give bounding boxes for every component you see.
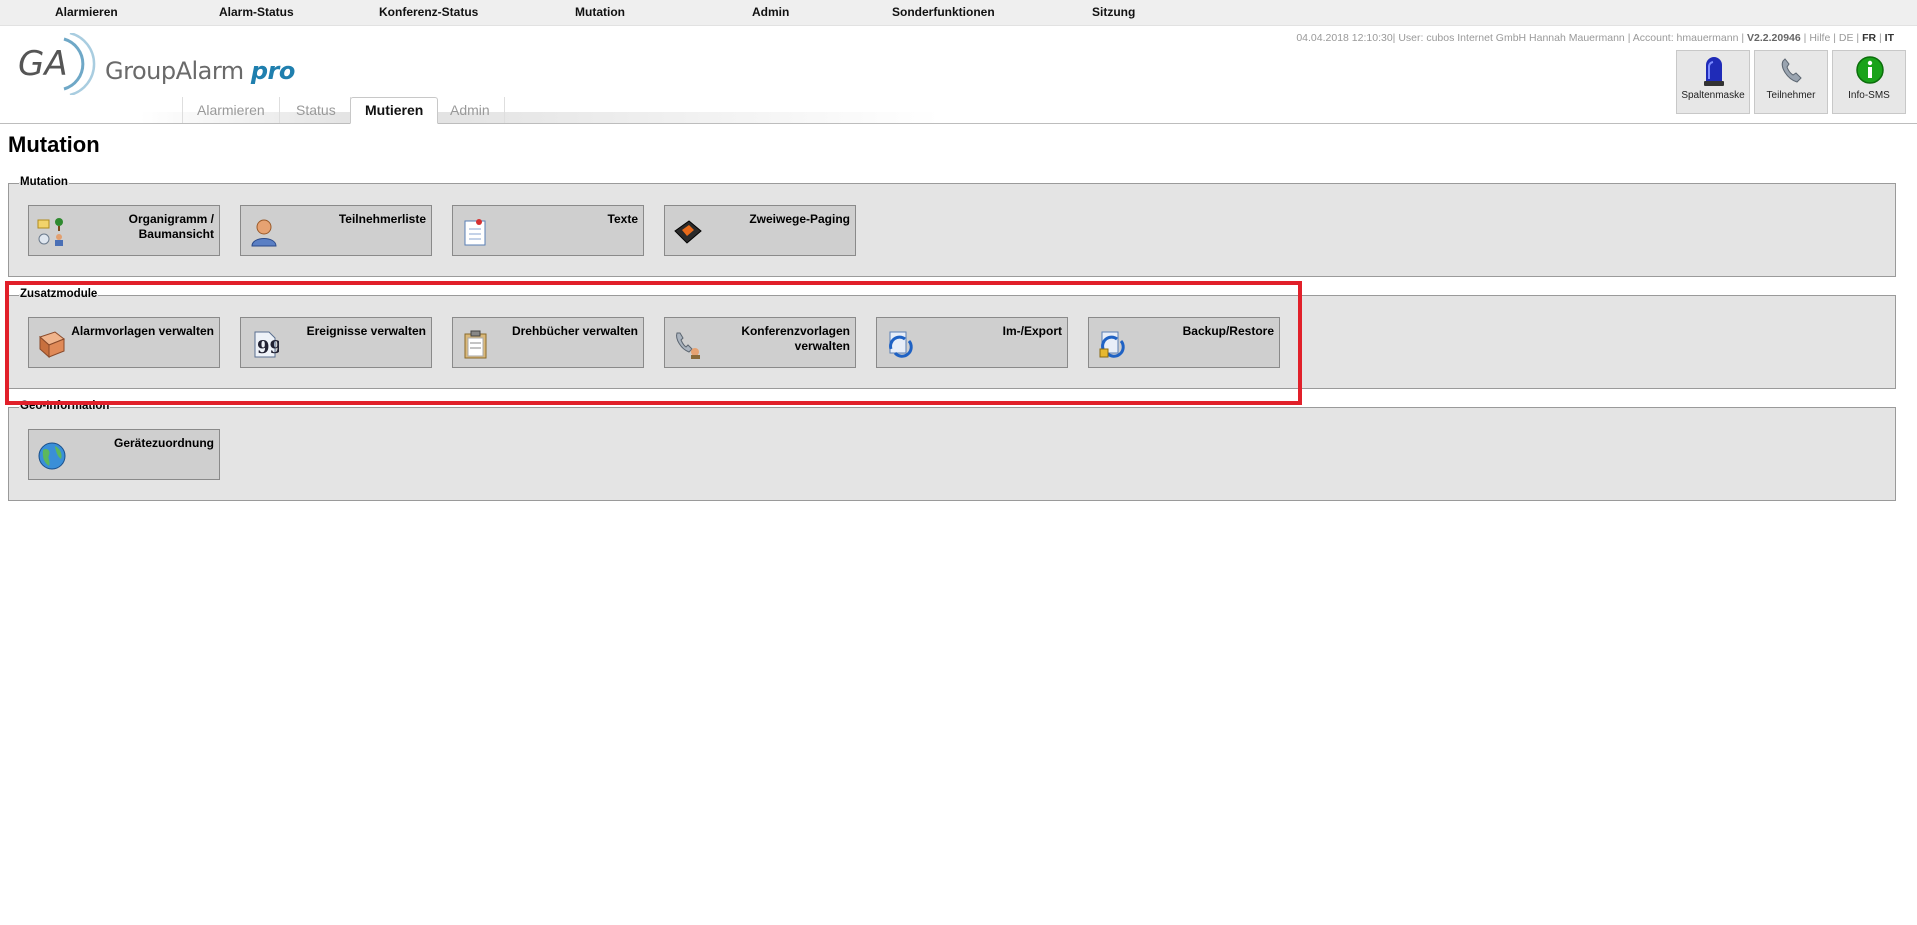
spaltenmaske-button[interactable]: Spaltenmaske (1676, 50, 1750, 114)
info-sms-label: Info-SMS (1848, 90, 1890, 101)
tab-bar-divider (0, 123, 1917, 124)
telephone-icon (1781, 58, 1802, 83)
tile-zweiwege-paging[interactable]: Zweiwege-Paging (664, 205, 856, 256)
tile-alarmvorlagen-label: Alarmvorlagen verwalten (71, 324, 214, 338)
separator: | (1803, 32, 1807, 44)
separator: | (1833, 32, 1836, 44)
svg-text:99: 99 (257, 337, 279, 358)
lang-fr-link[interactable]: FR (1862, 32, 1876, 44)
tile-teilnehmerliste[interactable]: Teilnehmerliste (240, 205, 432, 256)
help-link[interactable]: Hilfe (1809, 32, 1830, 44)
blue-siren-icon (1704, 57, 1724, 86)
tab-mutieren[interactable]: Mutieren (350, 97, 439, 124)
tile-konferenzvorlagen[interactable]: Konferenzvorlagen verwalten (664, 317, 856, 368)
menu-item-alarmieren[interactable]: Alarmieren (55, 5, 118, 19)
tile-teilnehmerliste-label: Teilnehmerliste (338, 212, 426, 226)
spaltenmaske-label: Spaltenmaske (1681, 90, 1745, 101)
tile-alarmvorlagen[interactable]: Alarmvorlagen verwalten (28, 317, 220, 368)
tile-drehbuecher[interactable]: Drehbücher verwalten (452, 317, 644, 368)
separator: | (1879, 32, 1882, 44)
book-icon (39, 331, 65, 359)
tile-organigramm-label: Organigramm / Baumansicht (128, 212, 214, 241)
separator: | (1741, 32, 1745, 44)
account-info: Account: hmauermann (1632, 32, 1739, 44)
session-info-bar: 04.04.2018 12:10:30| User: cubos Interne… (1296, 32, 1894, 44)
lang-it-link[interactable]: IT (1885, 32, 1894, 44)
group-zusatzmodule: Zusatzmodule Alarmvorlagen verwalten 99 … (8, 288, 1896, 389)
logo-brand: GroupAlarm (105, 57, 244, 85)
logo-mark-text: GA (18, 44, 68, 84)
quote-document-icon: 99 (254, 331, 279, 358)
logo-wordmark: GroupAlarm pro (105, 57, 295, 85)
tile-konferenzvorlagen-label: Konferenzvorlagen verwalten (741, 324, 850, 353)
group-geo-information: Geo-Information Gerätezuordnung (8, 400, 1896, 501)
separator: | (1627, 32, 1631, 44)
menu-item-sonderfunktionen[interactable]: Sonderfunktionen (892, 5, 995, 19)
globe-icon (38, 442, 66, 470)
info-icon (1856, 56, 1884, 84)
info-sms-button[interactable]: Info-SMS (1832, 50, 1906, 114)
tile-ereignisse[interactable]: 99 Ereignisse verwalten (240, 317, 432, 368)
tile-organigramm[interactable]: Organigramm / Baumansicht (28, 205, 220, 256)
version: V2.2.20946 (1747, 32, 1801, 44)
datetime: 04.04.2018 12:10:30 (1296, 32, 1393, 44)
top-menu-bar: Alarmieren Alarm-Status Konferenz-Status… (0, 0, 1917, 26)
menu-item-mutation[interactable]: Mutation (575, 5, 625, 19)
tab-status[interactable]: Status (282, 97, 351, 123)
tile-im-export[interactable]: Im-/Export (876, 317, 1068, 368)
tile-im-export-label: Im-/Export (1002, 324, 1062, 338)
tile-backup-restore-label: Backup/Restore (1182, 324, 1274, 338)
org-tree-icon (37, 218, 63, 246)
separator: | (1392, 32, 1396, 44)
menu-item-alarm-status[interactable]: Alarm-Status (219, 5, 294, 19)
tile-backup-restore[interactable]: Backup/Restore (1088, 317, 1280, 368)
conference-phone-icon (676, 332, 700, 359)
menu-item-konferenz-status[interactable]: Konferenz-Status (379, 5, 478, 19)
group-mutation: Mutation Organigramm / Baumansicht Teiln… (8, 176, 1896, 277)
menu-item-sitzung[interactable]: Sitzung (1092, 5, 1135, 19)
group-geo-information-legend: Geo-Information (19, 400, 111, 412)
clipboard-icon (464, 330, 487, 359)
tile-ereignisse-label: Ereignisse verwalten (306, 324, 426, 338)
logo-suffix: pro (250, 57, 296, 85)
tab-alarmieren[interactable]: Alarmieren (182, 97, 280, 123)
teilnehmer-button[interactable]: Teilnehmer (1754, 50, 1828, 114)
logo-mark-icon: GA (18, 31, 96, 97)
backup-restore-icon (1099, 331, 1125, 358)
group-zusatzmodule-legend: Zusatzmodule (19, 288, 99, 300)
teilnehmer-label: Teilnehmer (1766, 90, 1816, 101)
separator: | (1856, 32, 1860, 44)
page-title: Mutation (8, 132, 100, 157)
menu-item-admin[interactable]: Admin (752, 5, 789, 19)
user-icon (251, 219, 277, 247)
import-export-icon (889, 331, 913, 358)
tile-geraetezuordnung[interactable]: Gerätezuordnung (28, 429, 220, 480)
user-info: User: cubos Internet GmbH Hannah Mauerma… (1398, 32, 1625, 44)
pager-icon (674, 220, 702, 244)
tile-drehbuecher-label: Drehbücher verwalten (511, 324, 638, 338)
tab-admin[interactable]: Admin (436, 97, 505, 123)
tile-texte-label: Texte (607, 212, 638, 226)
tile-geraetezuordnung-label: Gerätezuordnung (113, 436, 214, 450)
tile-texte[interactable]: Texte (452, 205, 644, 256)
group-mutation-legend: Mutation (19, 176, 69, 188)
notepad-icon (464, 219, 486, 246)
tile-zweiwege-paging-label: Zweiwege-Paging (749, 212, 850, 226)
lang-de-link[interactable]: DE (1839, 32, 1854, 44)
